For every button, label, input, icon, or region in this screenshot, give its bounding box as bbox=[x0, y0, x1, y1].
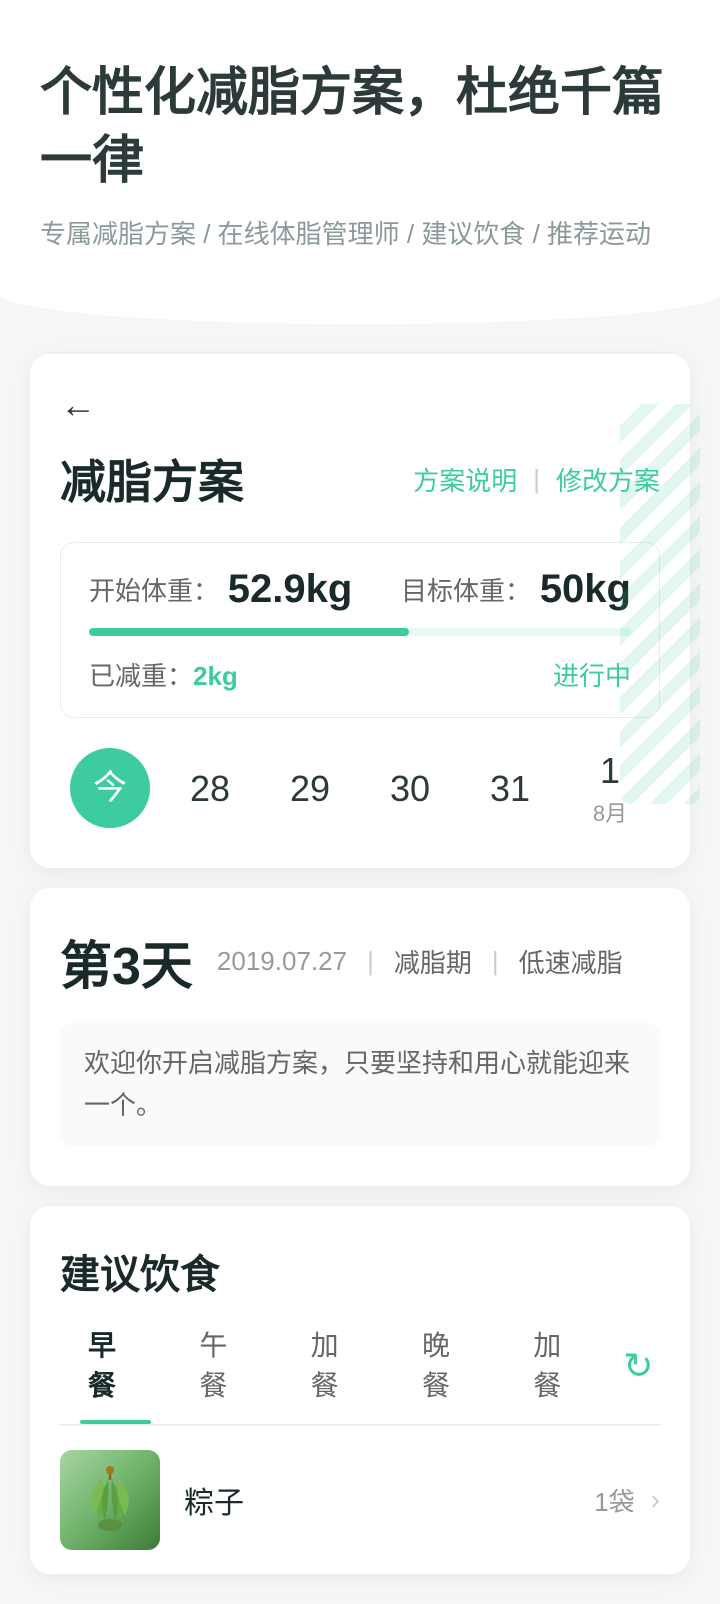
plan-card: ← 减脂方案 方案说明 | 修改方案 开始体重： 52.9kg 目标体重： 50… bbox=[30, 354, 690, 868]
day-number: 第3天 bbox=[60, 924, 193, 999]
tab-dinner[interactable]: 晚餐 bbox=[394, 1324, 505, 1424]
diet-title: 建议饮食 bbox=[60, 1242, 660, 1300]
day-section: 第3天 2019.07.27 | 减脂期 | 低速减脂 欢迎你开启减脂方案，只要… bbox=[30, 888, 690, 1186]
main-title: 个性化减脂方案，杜绝千篇一律 bbox=[40, 60, 680, 195]
subtitle: 专属减脂方案 / 在线体脂管理师 / 建议饮食 / 推荐运动 bbox=[40, 215, 680, 254]
lost-weight-value: 2kg bbox=[193, 661, 238, 691]
start-weight-label: 开始体重： bbox=[89, 571, 219, 608]
calendar-day-29[interactable]: 29 bbox=[270, 767, 350, 810]
progress-bar-container bbox=[89, 628, 631, 636]
diet-section: 建议饮食 早餐 午餐 加餐 晚餐 加餐 ↻ bbox=[30, 1206, 690, 1574]
day-tag-1: 减脂期 bbox=[394, 943, 472, 980]
plan-action-divider: | bbox=[533, 464, 540, 495]
chevron-right-icon: › bbox=[651, 1484, 660, 1516]
header-section: 个性化减脂方案，杜绝千篇一律 专属减脂方案 / 在线体脂管理师 / 建议饮食 /… bbox=[0, 0, 720, 294]
weight-box: 开始体重： 52.9kg 目标体重： 50kg 已减重：2kg 进行中 bbox=[60, 542, 660, 718]
tab-snack2[interactable]: 加餐 bbox=[505, 1324, 616, 1424]
day-meta: 2019.07.27 | 减脂期 | 低速减脂 bbox=[217, 943, 623, 980]
content-area: ← 减脂方案 方案说明 | 修改方案 开始体重： 52.9kg 目标体重： 50… bbox=[0, 294, 720, 1604]
tab-lunch[interactable]: 午餐 bbox=[171, 1324, 282, 1424]
calendar-strip: 今 28 29 30 31 1 8月 bbox=[60, 738, 660, 838]
weight-row: 开始体重： 52.9kg 目标体重： 50kg bbox=[89, 567, 631, 612]
plan-card-title: 减脂方案 bbox=[60, 446, 244, 512]
day-date: 2019.07.27 bbox=[217, 946, 347, 977]
plan-description-link[interactable]: 方案说明 bbox=[413, 461, 517, 498]
food-image-icon bbox=[70, 1460, 150, 1540]
meal-tabs: 早餐 午餐 加餐 晚餐 加餐 ↻ bbox=[60, 1324, 660, 1425]
day-header: 第3天 2019.07.27 | 减脂期 | 低速减脂 bbox=[60, 924, 660, 999]
calendar-day-30[interactable]: 30 bbox=[370, 767, 450, 810]
tab-breakfast[interactable]: 早餐 bbox=[60, 1324, 171, 1424]
target-weight-label: 目标体重： bbox=[401, 571, 531, 608]
calendar-day-today[interactable]: 今 bbox=[70, 748, 150, 828]
food-name: 粽子 bbox=[184, 1478, 594, 1522]
back-button[interactable]: ← bbox=[60, 384, 660, 426]
day-separator-1: | bbox=[367, 946, 374, 977]
start-weight-value: 52.9kg bbox=[228, 567, 353, 612]
tab-snack1[interactable]: 加餐 bbox=[283, 1324, 394, 1424]
day-welcome-text: 欢迎你开启减脂方案，只要坚持和用心就能迎来一个。 bbox=[60, 1023, 660, 1146]
day-separator-2: | bbox=[492, 946, 499, 977]
food-item[interactable]: 粽子 1袋 › bbox=[60, 1425, 660, 1574]
refresh-button[interactable]: ↻ bbox=[617, 1344, 660, 1388]
stripes-decoration bbox=[620, 404, 700, 804]
progress-footer: 已减重：2kg 进行中 bbox=[89, 656, 631, 693]
progress-bar-fill bbox=[89, 628, 409, 636]
food-amount: 1袋 bbox=[594, 1482, 634, 1519]
calendar-day-28[interactable]: 28 bbox=[170, 767, 250, 810]
target-weight-value: 50kg bbox=[540, 567, 631, 612]
lost-weight-text: 已减重：2kg bbox=[89, 656, 238, 693]
calendar-day-31[interactable]: 31 bbox=[470, 767, 550, 810]
plan-card-header: 减脂方案 方案说明 | 修改方案 bbox=[60, 446, 660, 512]
food-thumbnail bbox=[60, 1450, 160, 1550]
day-tag-2: 低速减脂 bbox=[519, 943, 623, 980]
